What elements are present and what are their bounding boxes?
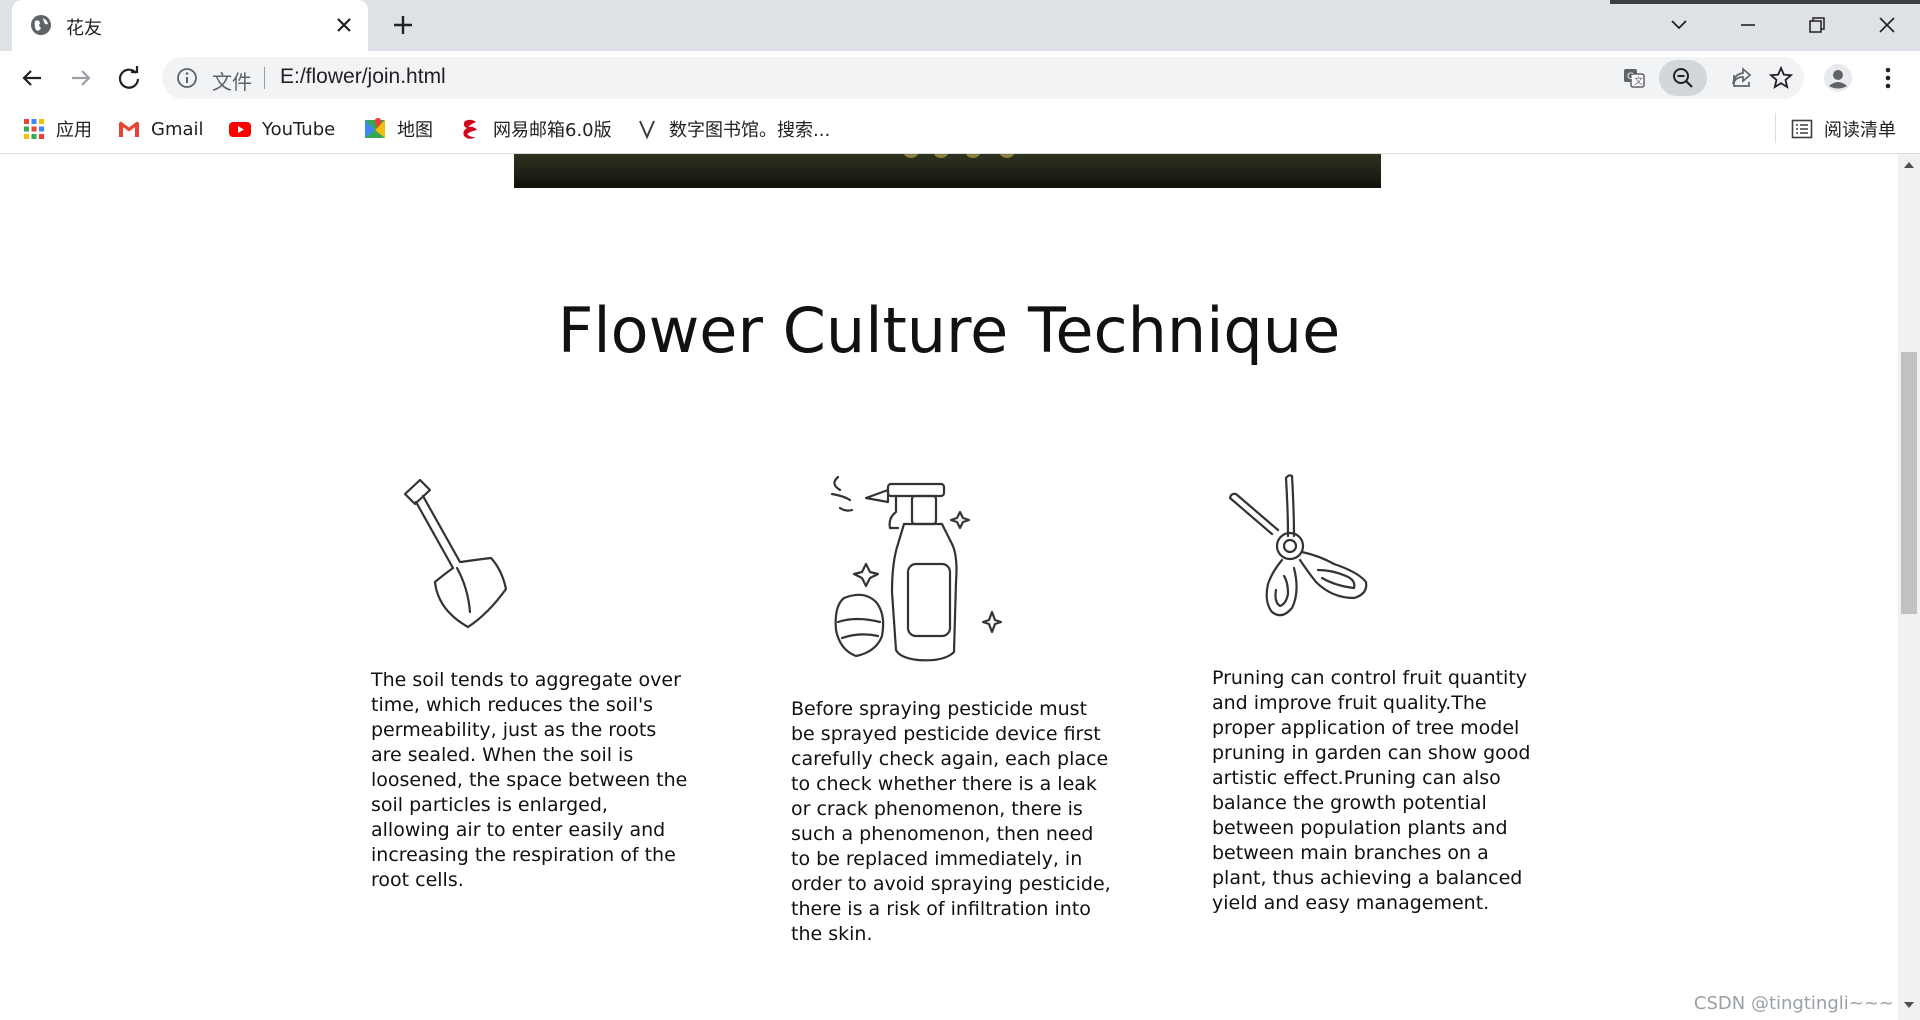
- hero-light-spot: [966, 154, 980, 158]
- reload-icon[interactable]: [114, 63, 144, 93]
- bookmark-label: 应用: [56, 120, 92, 141]
- apps-grid-icon: [24, 119, 44, 139]
- gmail-icon: [119, 121, 139, 137]
- bookmark-apps[interactable]: 应用: [22, 115, 92, 143]
- browser-tab[interactable]: 花友: [12, 0, 368, 51]
- zoom-indicator[interactable]: [1659, 60, 1707, 96]
- library-v-icon: [639, 120, 655, 140]
- watermark-text: CSDN @tingtingli~~~: [1693, 993, 1894, 1014]
- shovel-icon: [403, 478, 508, 629]
- netease-mail-icon: [463, 119, 477, 139]
- bookmark-label: 地图: [397, 120, 433, 141]
- bookmark-maps[interactable]: 地图: [363, 115, 433, 143]
- bookmarks-divider: [1775, 113, 1776, 143]
- spray-bottle-icon: [830, 475, 1003, 662]
- tab-title: 花友: [66, 18, 102, 39]
- bookmark-label: 网易邮箱6.0版: [493, 120, 612, 141]
- section-title: Flower Culture Technique: [557, 294, 1341, 367]
- browser-toolbar: 文件 E:/flower/join.html G 文: [0, 51, 1920, 105]
- reading-list-button[interactable]: 阅读清单: [1790, 115, 1896, 143]
- reading-list-icon: [1791, 119, 1813, 139]
- card-text-pesticide: Before spraying pesticide must be spraye…: [791, 698, 1111, 945]
- translate-icon[interactable]: G 文: [1621, 65, 1647, 91]
- site-info-icon[interactable]: [176, 67, 198, 89]
- address-bar[interactable]: 文件 E:/flower/join.html G 文: [162, 57, 1804, 99]
- close-window-icon[interactable]: [1874, 12, 1900, 38]
- scroll-down-arrow-icon[interactable]: [1903, 1000, 1915, 1010]
- maps-icon: [365, 118, 385, 138]
- page-viewport: Flower Culture Technique The soil tends …: [0, 154, 1898, 1020]
- back-arrow-icon[interactable]: [17, 63, 47, 93]
- share-icon[interactable]: [1729, 65, 1755, 91]
- menu-kebab-icon[interactable]: [1873, 63, 1903, 93]
- profile-avatar-icon[interactable]: [1823, 63, 1853, 93]
- tab-strip: 花友: [0, 0, 1920, 51]
- minimize-icon[interactable]: [1735, 12, 1761, 38]
- svg-text:文: 文: [1634, 75, 1643, 87]
- hero-light-spot: [904, 154, 918, 158]
- forward-arrow-icon[interactable]: [66, 63, 96, 93]
- url-text[interactable]: E:/flower/join.html: [280, 65, 446, 89]
- scissors-icon: [1228, 474, 1368, 617]
- scroll-up-arrow-icon[interactable]: [1903, 160, 1915, 170]
- address-separator: [264, 67, 265, 89]
- restore-icon[interactable]: [1804, 12, 1830, 38]
- svg-text:G: G: [1627, 72, 1634, 82]
- reading-list-label: 阅读清单: [1824, 120, 1896, 141]
- bookmark-digital-library[interactable]: 数字图书馆。搜索...: [635, 115, 830, 143]
- scrollbar-thumb[interactable]: [1901, 352, 1917, 614]
- bookmark-netease-mail[interactable]: 网易邮箱6.0版: [459, 115, 612, 143]
- hero-light-spot: [1000, 154, 1014, 158]
- card-text-pruning: Pruning can control fruit quantity and i…: [1212, 667, 1531, 914]
- zoom-out-icon: [1673, 68, 1693, 88]
- card-text-soil: The soil tends to aggregate over time, w…: [371, 669, 688, 891]
- bookmark-gmail[interactable]: Gmail: [117, 115, 204, 143]
- bookmark-star-icon[interactable]: [1768, 65, 1794, 91]
- youtube-icon: [229, 122, 251, 137]
- new-tab-icon[interactable]: [392, 14, 414, 36]
- bookmark-youtube[interactable]: YouTube: [228, 115, 335, 143]
- hero-light-spot: [934, 154, 948, 158]
- bookmarks-bar: 应用 Gmail YouTube 地图 网易邮箱6.0版 数字图书馆。搜索...…: [0, 105, 1920, 154]
- vertical-scrollbar[interactable]: [1898, 154, 1920, 1020]
- tab-search-chevron-icon[interactable]: [1666, 12, 1692, 38]
- window-top-accent: [1610, 0, 1920, 4]
- globe-icon: [31, 15, 51, 35]
- bookmark-label: Gmail: [151, 118, 204, 140]
- url-scheme-label: 文件: [212, 70, 252, 94]
- close-tab-icon[interactable]: [334, 15, 354, 35]
- bookmark-label: YouTube: [262, 118, 336, 140]
- hero-image-bottom: [514, 154, 1381, 188]
- bookmark-label: 数字图书馆。搜索...: [669, 120, 831, 141]
